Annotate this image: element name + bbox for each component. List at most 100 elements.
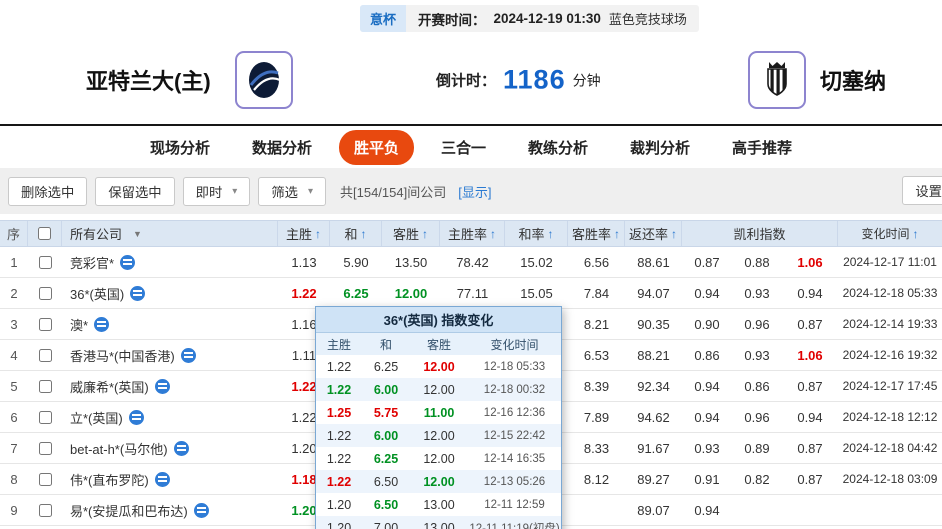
company-stats-icon[interactable] xyxy=(155,379,170,394)
popup-home-odds: 1.25 xyxy=(316,401,362,424)
kelly-home: 0.94 xyxy=(682,495,732,525)
popup-draw-odds: 5.75 xyxy=(362,401,410,424)
kelly-draw xyxy=(732,495,782,525)
row-number: 6 xyxy=(0,402,28,432)
row-number: 7 xyxy=(0,433,28,463)
company-name: 竞彩官* xyxy=(70,253,114,272)
table-row: 236*(英国)1.226.2512.0077.1115.057.8494.07… xyxy=(0,278,942,309)
popup-row: 1.226.0012.0012-18 00:32 xyxy=(316,378,561,401)
company-stats-icon[interactable] xyxy=(155,472,170,487)
countdown: 倒计时： 1186 分钟 xyxy=(436,65,601,96)
return-rate: 94.62 xyxy=(625,402,682,432)
popup-change-time: 12-14 16:35 xyxy=(468,447,561,470)
select-all-checkbox[interactable] xyxy=(38,227,51,240)
company-stats-icon[interactable] xyxy=(129,410,144,425)
away-rate: 7.89 xyxy=(568,402,625,432)
kelly-draw: 0.82 xyxy=(732,464,782,494)
row-checkbox[interactable] xyxy=(39,318,52,331)
popup-away-odds: 13.00 xyxy=(410,493,468,516)
change-time: 2024-12-16 19:32 xyxy=(838,340,942,370)
row-checkbox[interactable] xyxy=(39,256,52,269)
kelly-away: 0.94 xyxy=(782,402,838,432)
instant-dropdown[interactable]: 即时 ▾ xyxy=(183,177,251,206)
company-stats-icon[interactable] xyxy=(130,286,145,301)
company-name: 澳* xyxy=(70,315,88,334)
league-badge: 意杯 xyxy=(360,5,406,32)
row-checkbox[interactable] xyxy=(39,380,52,393)
row-checkbox[interactable] xyxy=(39,349,52,362)
popup-rows: 1.226.2512.0012-18 05:331.226.0012.0012-… xyxy=(316,355,561,529)
row-checkbox-cell xyxy=(28,433,62,463)
delete-selected-button[interactable]: 删除选中 xyxy=(8,177,87,206)
row-number: 8 xyxy=(0,464,28,494)
header-home-odds[interactable]: 主胜 ↑ xyxy=(278,221,330,246)
company-stats-icon[interactable] xyxy=(181,348,196,363)
row-checkbox[interactable] xyxy=(39,442,52,455)
sort-up-icon: ↑ xyxy=(671,227,677,241)
popup-col-header: 客胜 xyxy=(410,333,468,355)
header-draw-rate[interactable]: 和率 ↑ xyxy=(505,221,568,246)
company-stats-icon[interactable] xyxy=(94,317,109,332)
header-home-rate[interactable]: 主胜率 ↑ xyxy=(440,221,505,246)
company-cell[interactable]: bet-at-h*(马尔他) xyxy=(62,433,278,463)
tab-3[interactable]: 胜平负 xyxy=(339,130,414,165)
change-time: 2024-12-14 19:33 xyxy=(838,309,942,339)
filter-caret-icon[interactable]: ▼ xyxy=(133,229,142,239)
sort-up-icon: ↑ xyxy=(548,227,554,241)
change-time: 2024-12-18 03:09 xyxy=(838,464,942,494)
company-cell[interactable]: 立*(英国) xyxy=(62,402,278,432)
row-checkbox[interactable] xyxy=(39,473,52,486)
filter-dropdown-label: 筛选 xyxy=(271,182,298,201)
change-time: 2024-12-18 12:12 xyxy=(838,402,942,432)
row-checkbox[interactable] xyxy=(39,287,52,300)
company-stats-icon[interactable] xyxy=(174,441,189,456)
company-cell[interactable]: 36*(英国) xyxy=(62,278,278,308)
popup-away-odds: 13.00 xyxy=(410,516,468,529)
company-cell[interactable]: 竞彩官* xyxy=(62,247,278,277)
row-number: 9 xyxy=(0,495,28,525)
keep-selected-button[interactable]: 保留选中 xyxy=(95,177,174,206)
popup-home-odds: 1.20 xyxy=(316,516,362,529)
draw-rate: 15.02 xyxy=(505,247,568,277)
tab-2[interactable]: 数据分析 xyxy=(237,130,327,165)
header-change-time[interactable]: 变化时间 ↑ xyxy=(838,221,942,246)
row-number: 1 xyxy=(0,247,28,277)
header-away-odds[interactable]: 客胜 ↑ xyxy=(382,221,440,246)
company-cell[interactable]: 威廉希*(英国) xyxy=(62,371,278,401)
tab-1[interactable]: 现场分析 xyxy=(135,130,225,165)
kelly-draw: 0.86 xyxy=(732,371,782,401)
header-company-label: 所有公司 xyxy=(70,224,122,243)
header-draw-odds[interactable]: 和 ↑ xyxy=(330,221,382,246)
company-cell[interactable]: 伟*(直布罗陀) xyxy=(62,464,278,494)
tab-4[interactable]: 三合一 xyxy=(426,130,501,165)
company-cell[interactable]: 易*(安提瓜和巴布达) xyxy=(62,495,278,525)
header-away-rate[interactable]: 客胜率 ↑ xyxy=(568,221,625,246)
popup-change-time: 12-11 11:19(初盘) xyxy=(468,516,561,529)
sort-up-icon: ↑ xyxy=(490,227,496,241)
row-number: 2 xyxy=(0,278,28,308)
filter-dropdown[interactable]: 筛选 ▾ xyxy=(258,177,326,206)
away-rate: 7.84 xyxy=(568,278,625,308)
away-rate: 8.39 xyxy=(568,371,625,401)
show-link[interactable]: [显示] xyxy=(458,182,491,201)
company-cell[interactable]: 澳* xyxy=(62,309,278,339)
home-odds: 1.22 xyxy=(278,278,330,308)
home-team-name: 亚特兰大(主) xyxy=(86,64,211,96)
company-stats-icon[interactable] xyxy=(194,503,209,518)
header-no: 序 xyxy=(0,221,28,246)
home-team-logo xyxy=(235,51,293,109)
tab-6[interactable]: 裁判分析 xyxy=(615,130,705,165)
company-name: bet-at-h*(马尔他) xyxy=(70,439,168,458)
company-stats-icon[interactable] xyxy=(120,255,135,270)
settings-button[interactable]: 设置/选 xyxy=(902,176,942,205)
header-company[interactable]: 所有公司 ▼ xyxy=(62,221,278,246)
popup-row: 1.255.7511.0012-16 12:36 xyxy=(316,401,561,424)
tab-5[interactable]: 教练分析 xyxy=(513,130,603,165)
odds-change-popup: 36*(英国) 指数变化 主胜和客胜变化时间 1.226.2512.0012-1… xyxy=(315,306,562,529)
tab-7[interactable]: 高手推荐 xyxy=(717,130,807,165)
row-checkbox[interactable] xyxy=(39,504,52,517)
popup-col-header: 和 xyxy=(362,333,410,355)
header-return-rate[interactable]: 返还率 ↑ xyxy=(625,221,682,246)
row-checkbox[interactable] xyxy=(39,411,52,424)
company-cell[interactable]: 香港马*(中国香港) xyxy=(62,340,278,370)
